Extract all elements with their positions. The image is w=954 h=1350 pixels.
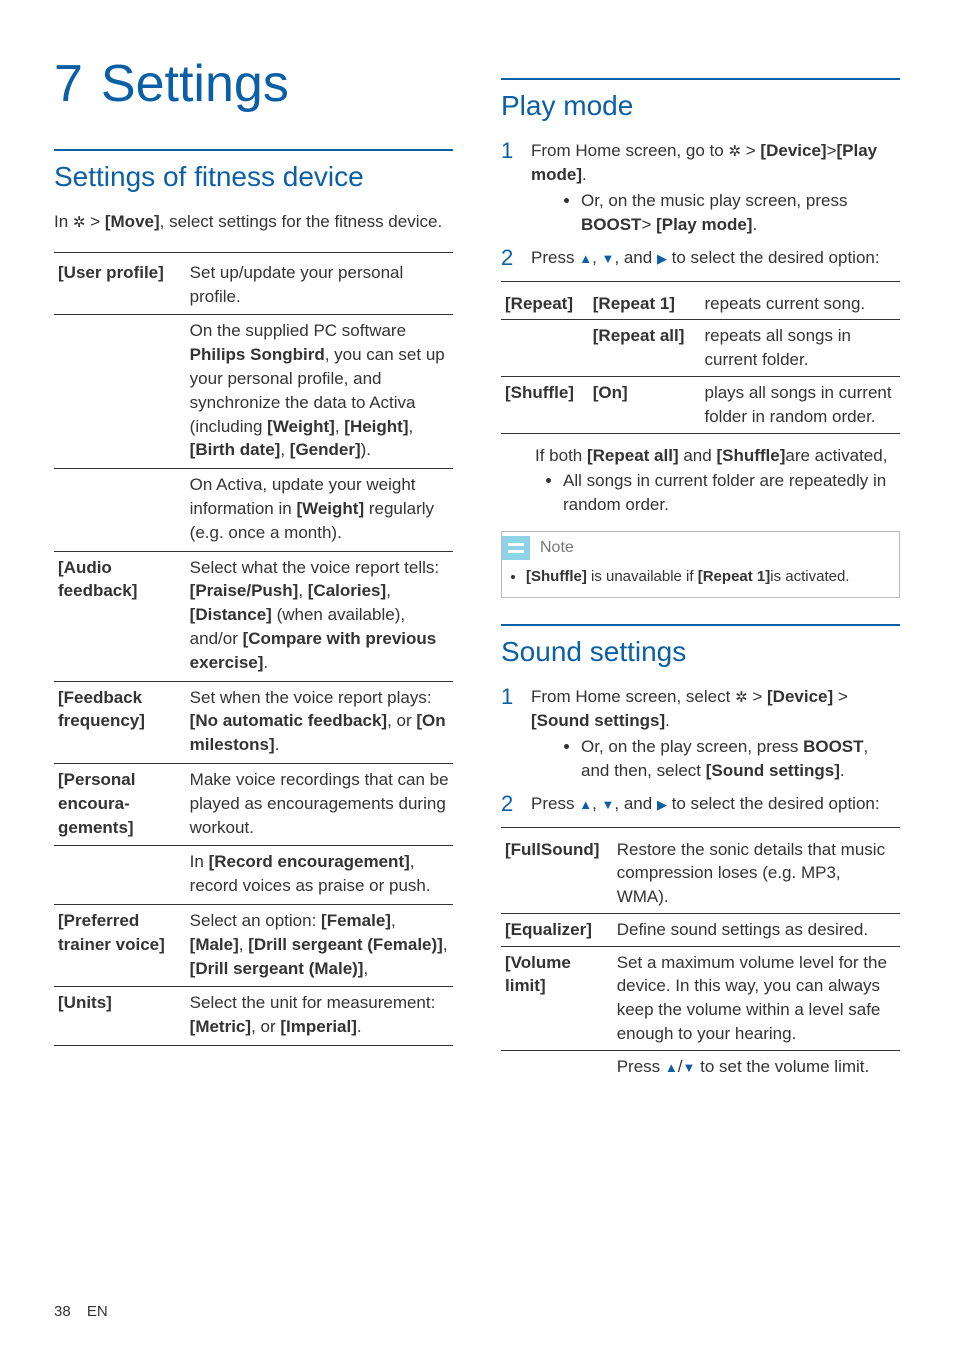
- note-label: Note: [540, 537, 574, 559]
- fitness-settings-table: [User profile] Set up/update your person…: [54, 257, 453, 1045]
- row-desc: On Activa, update your weight informatio…: [186, 469, 453, 551]
- note-box: Note [Shuffle] is unavailable if [Repeat…: [501, 531, 900, 598]
- sub-step: All songs in current folder are repeated…: [563, 469, 900, 517]
- step-number: 1: [501, 685, 517, 788]
- up-icon: ▲: [579, 251, 592, 266]
- down-icon: ▼: [683, 1060, 696, 1075]
- step-body: Press ▲, ▼, and ▶ to select the desired …: [531, 246, 900, 270]
- divider: [501, 433, 900, 434]
- page-lang: EN: [87, 1303, 108, 1320]
- row-desc: Select the unit for measurement: [Metric…: [186, 987, 453, 1045]
- cell: [Volume limit]: [501, 946, 613, 1050]
- row-key: [Personal encoura-gements]: [58, 770, 135, 837]
- page-footer: 38 EN: [54, 1301, 108, 1322]
- down-icon: ▼: [602, 797, 615, 812]
- step-body: From Home screen, select ✲ > [Device] > …: [531, 685, 900, 788]
- cell: [Shuffle]: [501, 376, 589, 432]
- chapter-number: 7: [54, 55, 83, 113]
- cell: Restore the sonic details that music com…: [613, 834, 900, 914]
- section-playmode-heading: Play mode: [501, 86, 900, 125]
- step-number: 1: [501, 139, 517, 242]
- note-icon: [502, 536, 530, 560]
- down-icon: ▼: [602, 251, 615, 266]
- divider: [501, 827, 900, 828]
- row-desc: Make voice recordings that can be played…: [186, 763, 453, 845]
- row-key: [Preferred trainer voice]: [58, 911, 165, 954]
- cell: [Repeat]: [501, 288, 589, 320]
- cell: plays all songs in current folder in ran…: [700, 376, 900, 432]
- gear-icon: ✲: [735, 689, 748, 706]
- chapter-heading: 7 Settings: [54, 48, 453, 121]
- sub-step: Or, on the play screen, press BOOST, and…: [581, 735, 900, 783]
- note-item: [Shuffle] is unavailable if [Repeat 1]is…: [526, 566, 889, 587]
- divider: [501, 281, 900, 282]
- playmode-note-text: If both [Repeat all] and [Shuffle]are ac…: [535, 444, 900, 517]
- row-desc: On the supplied PC software Philips Song…: [186, 315, 453, 469]
- up-icon: ▲: [579, 797, 592, 812]
- step-number: 2: [501, 792, 517, 816]
- right-icon: ▶: [657, 797, 667, 812]
- cell: [Repeat all]: [589, 320, 701, 377]
- right-icon: ▶: [657, 251, 667, 266]
- up-icon: ▲: [665, 1060, 678, 1075]
- row-key: [User profile]: [58, 263, 164, 282]
- step-body: Press ▲, ▼, and ▶ to select the desired …: [531, 792, 900, 816]
- cell: [FullSound]: [501, 834, 613, 914]
- row-key: [Feedback frequency]: [58, 688, 145, 731]
- sound-steps: 1 From Home screen, select ✲ > [Device] …: [501, 685, 900, 816]
- cell: [On]: [589, 376, 701, 432]
- playmode-table: [Repeat] [Repeat 1] repeats current song…: [501, 288, 900, 433]
- cell: Set a maximum volume level for the devic…: [613, 946, 900, 1050]
- row-desc: Select what the voice report tells: [Pra…: [186, 551, 453, 681]
- sound-table: [FullSound] Restore the sonic details th…: [501, 834, 900, 1083]
- cell: repeats current song.: [700, 288, 900, 320]
- row-desc: Select an option: [Female], [Male], [Dri…: [186, 904, 453, 986]
- divider: [54, 252, 453, 253]
- cell: [Repeat 1]: [589, 288, 701, 320]
- gear-icon: ✲: [73, 214, 86, 231]
- step-number: 2: [501, 246, 517, 270]
- row-desc: Set when the voice report plays: [No aut…: [186, 681, 453, 763]
- fitness-intro: In ✲ > [Move], select settings for the f…: [54, 210, 453, 234]
- cell: Define sound settings as desired.: [613, 913, 900, 946]
- cell: repeats all songs in current folder.: [700, 320, 900, 377]
- page-number: 38: [54, 1303, 71, 1320]
- row-key: [Units]: [58, 993, 112, 1012]
- section-rule: [54, 149, 453, 151]
- section-fitness-heading: Settings of fitness device: [54, 157, 453, 196]
- chapter-title: Settings: [101, 55, 289, 113]
- row-desc: Set up/update your personal profile.: [186, 257, 453, 315]
- step-body: From Home screen, go to ✲ > [Device]>[Pl…: [531, 139, 900, 242]
- row-key: [Audio feedback]: [58, 558, 137, 601]
- section-rule: [501, 78, 900, 80]
- section-sound-heading: Sound settings: [501, 632, 900, 671]
- sub-step: Or, on the music play screen, press BOOS…: [581, 189, 900, 237]
- row-desc: In [Record encouragement], record voices…: [186, 846, 453, 905]
- cell: Press ▲/▼ to set the volume limit.: [613, 1050, 900, 1082]
- cell: [Equalizer]: [501, 913, 613, 946]
- playmode-steps: 1 From Home screen, go to ✲ > [Device]>[…: [501, 139, 900, 270]
- section-rule: [501, 624, 900, 626]
- divider: [54, 1045, 453, 1046]
- gear-icon: ✲: [728, 143, 741, 160]
